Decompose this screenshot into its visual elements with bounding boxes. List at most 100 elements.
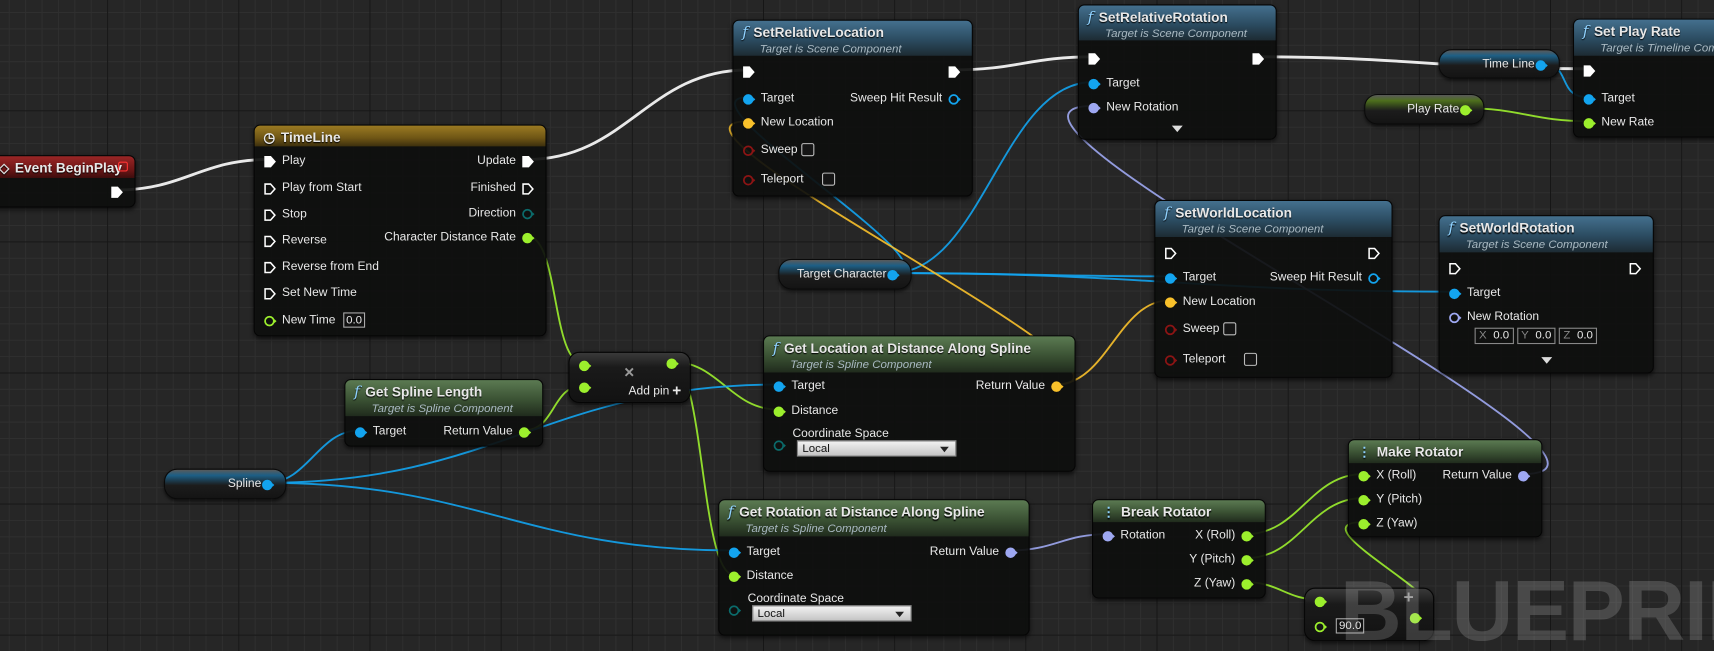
coordinate-space-dropdown[interactable]: Local xyxy=(796,440,957,457)
variable-output-pin[interactable] xyxy=(1459,103,1473,116)
coordinate-space-pin[interactable] xyxy=(728,603,742,616)
new-location-pin[interactable] xyxy=(1164,295,1178,308)
y-pitch-pin[interactable] xyxy=(1241,553,1254,566)
rotation-pin[interactable] xyxy=(1102,529,1115,542)
exec-pin[interactable] xyxy=(1367,246,1380,260)
rotation-z-input[interactable]: Z 0.0 xyxy=(1559,327,1598,345)
node-mr[interactable]: ⋮ Make Rotator X (Roll) Y (Pitch) Z (Yaw) Ret… xyxy=(1347,439,1543,538)
value-input[interactable]: 0.0 xyxy=(342,312,366,328)
exec-pin[interactable] xyxy=(1252,51,1265,65)
target-pin[interactable] xyxy=(1088,76,1101,90)
new-location-pin[interactable] xyxy=(742,116,756,129)
target-pin[interactable] xyxy=(1583,92,1596,105)
return-value-pin[interactable] xyxy=(1005,545,1018,558)
target-pin[interactable] xyxy=(773,379,786,392)
node-mul[interactable]: × Add pin + xyxy=(568,351,691,404)
node-spr[interactable]: fSet Play RateTarget is Timeline Compone… xyxy=(1572,18,1714,138)
exec-pin[interactable] xyxy=(110,185,123,198)
teleport-pin[interactable] xyxy=(1164,353,1178,366)
add-pin-button[interactable]: Add pin xyxy=(629,384,670,397)
set-new-time-pin[interactable] xyxy=(263,286,276,300)
node-srr[interactable]: f SetRelativeRotation Target is Scene Comp… xyxy=(1077,4,1277,140)
new-time-pin[interactable] xyxy=(263,313,277,327)
node-grd[interactable]: f Get Rotation at Distance Along Spline Ta… xyxy=(718,499,1030,636)
direction-pin[interactable] xyxy=(521,206,535,220)
variable-spline[interactable]: Spline xyxy=(163,468,287,500)
reverse-pin[interactable] xyxy=(263,234,276,248)
target-pin[interactable] xyxy=(1164,271,1178,284)
sweep-checkbox[interactable] xyxy=(1223,322,1237,336)
teleport-pin[interactable] xyxy=(742,173,756,186)
new-rotation-pin[interactable] xyxy=(1448,310,1462,324)
new-rate-pin[interactable] xyxy=(1583,116,1596,129)
variable-target-character[interactable]: Target Character xyxy=(778,258,912,290)
return-value-pin[interactable] xyxy=(1050,379,1064,392)
plus-icon[interactable]: + xyxy=(672,382,681,397)
distance-pin[interactable] xyxy=(773,404,786,418)
exec-pin[interactable] xyxy=(1629,261,1642,275)
z-yaw-pin[interactable] xyxy=(1358,517,1371,530)
variable-output-pin[interactable] xyxy=(887,268,900,281)
expand-arrow-icon[interactable] xyxy=(1171,125,1183,133)
variable-play-rate[interactable]: Play Rate xyxy=(1364,93,1485,125)
exec-pin[interactable] xyxy=(1448,261,1461,275)
exec-pin[interactable] xyxy=(742,64,755,78)
target-pin[interactable] xyxy=(728,545,742,558)
target-pin[interactable] xyxy=(1448,286,1462,300)
teleport-checkbox[interactable] xyxy=(821,172,835,186)
node-gld[interactable]: f Get Location at Distance Along Spline Ta… xyxy=(762,335,1076,472)
exec-pin[interactable] xyxy=(948,64,961,78)
finished-pin[interactable] xyxy=(521,181,534,195)
blueprint-graph-canvas[interactable]: ◇ Event BeginPlay ◷TimeLine Play Play from S… xyxy=(0,0,1714,651)
value-pin[interactable] xyxy=(578,358,592,372)
wire-exec[interactable] xyxy=(953,55,1094,72)
new-rotation-pin[interactable] xyxy=(1088,100,1101,114)
x-roll-pin[interactable] xyxy=(1358,469,1371,482)
return-value-pin[interactable] xyxy=(1517,469,1531,482)
sweep-pin[interactable] xyxy=(1164,322,1178,336)
stop-pin[interactable] xyxy=(263,208,276,221)
target-pin[interactable] xyxy=(742,92,756,105)
sweep-checkbox[interactable] xyxy=(801,143,815,157)
z-yaw-pin[interactable] xyxy=(1241,577,1254,590)
expand-arrow-icon[interactable] xyxy=(1540,357,1552,364)
coordinate-space-pin[interactable] xyxy=(773,438,786,451)
y-pitch-pin[interactable] xyxy=(1358,493,1371,506)
node-swl[interactable]: f SetWorldLocation Target is Scene Compone… xyxy=(1154,199,1393,378)
play-from-start-pin[interactable] xyxy=(263,181,276,195)
delegate-pin[interactable] xyxy=(118,161,128,172)
node-gsl[interactable]: f Get Spline Length Target is Spline Compo… xyxy=(344,379,544,447)
play-pin[interactable] xyxy=(263,154,276,168)
exec-pin[interactable] xyxy=(1088,51,1101,65)
value-pin[interactable] xyxy=(578,380,592,394)
target-pin[interactable] xyxy=(354,425,368,438)
coordinate-space-dropdown[interactable]: Local xyxy=(752,605,912,622)
x-roll-pin[interactable] xyxy=(1241,529,1254,542)
value-pin[interactable] xyxy=(666,356,679,369)
reverse-from-end-pin[interactable] xyxy=(263,260,276,274)
exec-pin[interactable] xyxy=(1583,63,1596,77)
variable-output-pin[interactable] xyxy=(1535,57,1548,71)
update-pin[interactable] xyxy=(521,154,534,168)
wire-object[interactable] xyxy=(266,481,734,552)
exec-pin[interactable] xyxy=(1164,246,1177,260)
node-timeline[interactable]: ◷ TimeLine Play Play from Start Stop Reverse R… xyxy=(253,124,547,337)
wire-exec[interactable] xyxy=(526,68,748,161)
node-swr[interactable]: f SetWorldRotation Target is Scene Compone… xyxy=(1438,215,1654,374)
sweep-hit-result-pin[interactable] xyxy=(1367,271,1381,284)
rotation-y-input[interactable]: Y 0.0 xyxy=(1516,327,1556,345)
sweep-hit-result-pin[interactable] xyxy=(948,92,961,105)
value-pin[interactable] xyxy=(1314,594,1328,608)
distance-pin[interactable] xyxy=(728,569,742,582)
rotation-x-input[interactable]: X 0.0 xyxy=(1474,327,1514,345)
return-value-pin[interactable] xyxy=(518,425,532,438)
character-distance-rate-pin[interactable] xyxy=(521,230,535,244)
value-pin[interactable] xyxy=(1314,619,1328,633)
sweep-pin[interactable] xyxy=(742,143,756,156)
wire-exec[interactable] xyxy=(115,158,269,192)
node-srl[interactable]: f SetRelativeLocation Target is Scene Comp… xyxy=(732,19,973,197)
variable-output-pin[interactable] xyxy=(261,477,275,491)
variable-time-line[interactable]: Time Line xyxy=(1438,49,1560,79)
node-ebp[interactable]: ◇ Event BeginPlay xyxy=(0,155,136,208)
node-br[interactable]: ⋮ Break Rotator Rotation X (Roll) Y (Pitch) Z… xyxy=(1092,499,1266,599)
